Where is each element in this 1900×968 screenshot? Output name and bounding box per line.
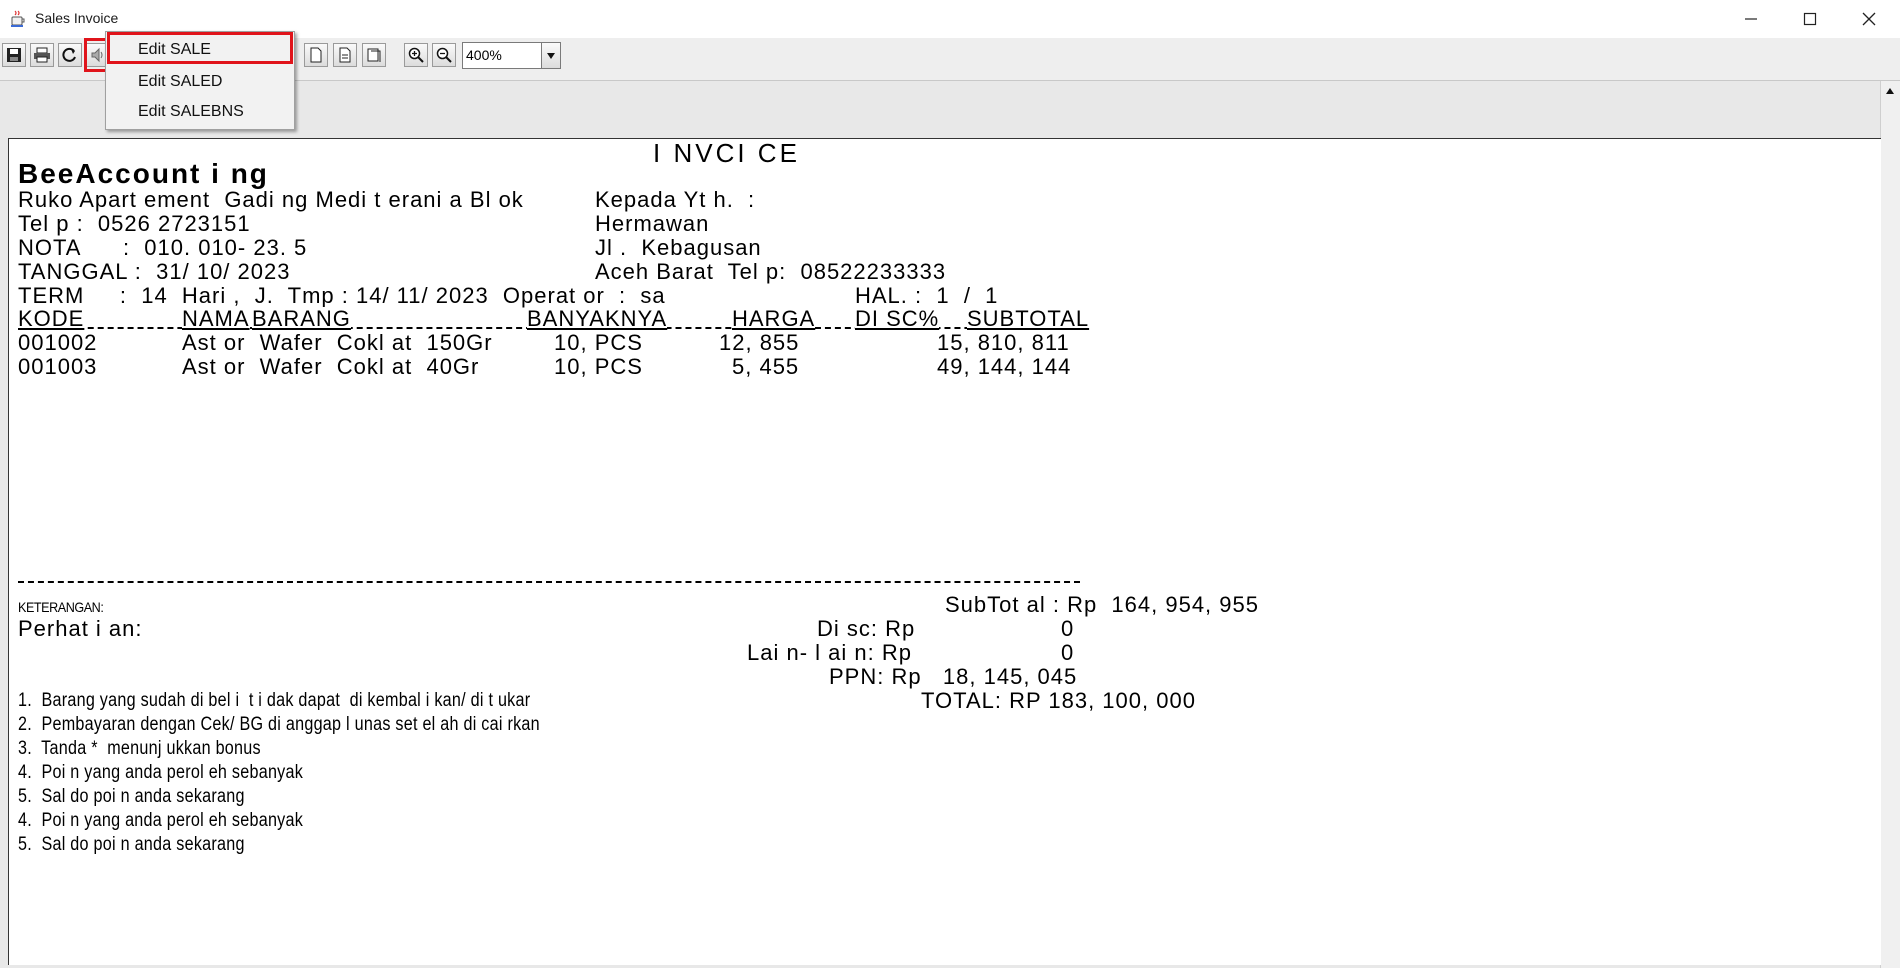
term-line: TERM : 14 Hari , J. Tmp : 14/ 11/ 2023 O… [18, 283, 666, 308]
footer-divider [18, 581, 1080, 583]
maximize-icon [1803, 12, 1817, 26]
row-1-nama: Ast or Wafer Cokl at 150Gr [182, 330, 493, 355]
col-disc: DI SC% [855, 306, 940, 331]
save-button[interactable] [2, 43, 26, 67]
note-1: 1. Barang yang sudah di bel i t i dak da… [18, 690, 531, 711]
lain-label: Lai n- l ai n: Rp [747, 640, 912, 665]
company-name: BeeAccount i ng [18, 158, 269, 189]
total-line: TOTAL: RP 183, 100, 000 [921, 688, 1196, 713]
row-2-harga: 5, 455 [732, 354, 800, 379]
close-icon [1862, 12, 1876, 26]
java-cup-icon [11, 10, 25, 27]
note-4: 4. Poi n yang anda perol eh sebanyak [18, 762, 304, 783]
recipient-label: Kepada Yt h. : [595, 187, 756, 212]
zoom-in-button[interactable] [404, 43, 428, 67]
row-1-harga: 12, 855 [719, 330, 800, 355]
subtotal-line: SubTot al : Rp 164, 954, 955 [945, 592, 1259, 617]
invoice-heading: I NVCI CE [653, 138, 800, 168]
page-last-button[interactable] [362, 43, 386, 67]
col-harga: HARGA [732, 306, 816, 331]
arrow-up-icon [1886, 88, 1894, 94]
recipient-street: Jl . Kebagusan [595, 235, 762, 260]
row-2-subtotal: 49, 144, 144 [937, 354, 1072, 379]
page-count: HAL. : 1 / 1 [855, 283, 999, 308]
recipient-city: Aceh Barat Tel p: 08522233333 [595, 259, 947, 284]
row-1-kode: 001002 [18, 330, 98, 355]
disc-value: 0 [1061, 616, 1075, 641]
chevron-down-icon[interactable] [541, 43, 560, 68]
row-2-kode: 001003 [18, 354, 98, 379]
recipient-name: Hermawan [595, 211, 710, 236]
row-2-nama: Ast or Wafer Cokl at 40Gr [182, 354, 480, 379]
edit-sale-highlight [107, 32, 293, 64]
minimize-button[interactable] [1722, 0, 1780, 38]
note-2: 2. Pembayaran dengan Cek/ BG di anggap l… [18, 714, 540, 735]
scroll-up-button[interactable] [1883, 82, 1897, 100]
page-first-button[interactable] [304, 43, 328, 67]
note-5: 5. Sal do poi n anda sekarang [18, 786, 245, 807]
print-button[interactable] [30, 43, 54, 67]
zoom-select[interactable]: 400% [462, 42, 561, 69]
window-title: Sales Invoice [35, 10, 119, 26]
note-7: 5. Sal do poi n anda sekarang [18, 834, 245, 855]
col-subtotal: SUBTOTAL [967, 306, 1090, 331]
zoom-value: 400% [466, 47, 502, 63]
page-first-icon [310, 47, 322, 63]
lain-value: 0 [1061, 640, 1075, 665]
minimize-icon [1745, 18, 1757, 20]
disc-label: Di sc: Rp [817, 616, 916, 641]
row-1-qty: 10, PCS [554, 330, 643, 355]
nota-number: NOTA : 010. 010- 23. 5 [18, 235, 308, 260]
note-6: 4. Poi n yang anda perol eh sebanyak [18, 810, 304, 831]
col-banyaknya: BANYAKNYA [527, 306, 668, 331]
refresh-button[interactable] [58, 43, 82, 67]
zoom-in-icon [408, 47, 424, 63]
zoom-out-icon [436, 47, 452, 63]
maximize-button[interactable] [1781, 0, 1839, 38]
page-last-icon [367, 48, 381, 62]
vertical-scrollbar[interactable] [1880, 81, 1900, 968]
perhatian-label: Perhat i an: [18, 616, 143, 641]
menu-item-edit-salebns[interactable]: Edit SALEBNS [138, 103, 244, 121]
close-button[interactable] [1840, 0, 1898, 38]
row-1-subtotal: 15, 810, 811 [937, 330, 1070, 355]
col-barang: BARANG [252, 306, 351, 331]
print-icon [34, 47, 50, 63]
company-phone: Tel p : 0526 2723151 [18, 211, 251, 236]
company-address: Ruko Apart ement Gadi ng Medi t erani a … [18, 187, 524, 212]
col-nama: NAMA [182, 306, 250, 331]
row-2-qty: 10, PCS [554, 354, 643, 379]
invoice-page: I NVCI CE BeeAccount i ng Ruko Apart eme… [8, 138, 1881, 965]
refresh-icon [62, 47, 76, 62]
page-current-button[interactable] [333, 43, 357, 67]
ppn-line: PPN: Rp 18, 145, 045 [829, 664, 1078, 689]
save-icon [7, 48, 21, 62]
col-kode: KODE [18, 306, 85, 331]
page-current-icon [339, 47, 351, 63]
menu-item-edit-saled[interactable]: Edit SALED [138, 73, 222, 91]
note-3: 3. Tanda * menunj ukkan bonus [18, 738, 261, 759]
invoice-date: TANGGAL : 31/ 10/ 2023 [18, 259, 291, 284]
zoom-out-button[interactable] [432, 43, 456, 67]
